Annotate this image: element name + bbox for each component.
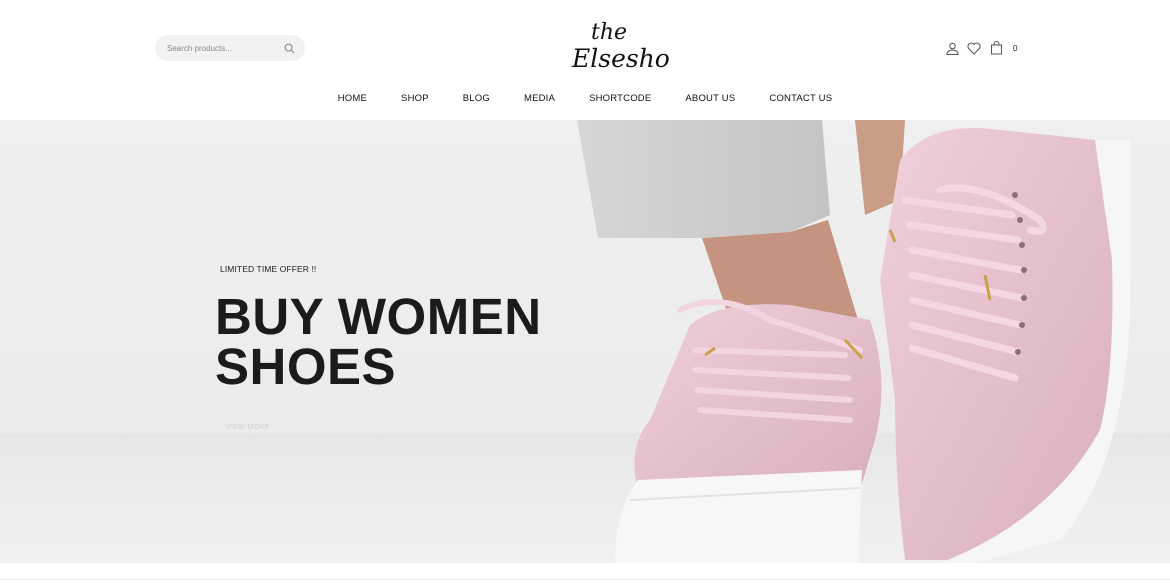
logo-line-1: the [591, 20, 628, 45]
main-nav: HOME SHOP BLOG MEDIA SHORTCODE ABOUT US … [0, 93, 1170, 104]
nav-item-shop[interactable]: SHOP [401, 93, 429, 104]
nav-item-shortcode[interactable]: SHORTCODE [589, 93, 651, 104]
hero-eyebrow: LIMITED TIME OFFER !! [220, 264, 317, 274]
nav-item-about-us[interactable]: ABOUT US [685, 93, 735, 104]
section-divider [0, 579, 1170, 580]
nav-item-media[interactable]: MEDIA [524, 93, 555, 104]
wishlist-heart-icon[interactable] [967, 41, 981, 55]
cart-bag-icon[interactable] [989, 41, 1003, 55]
nav-item-contact-us[interactable]: CONTACT US [769, 93, 832, 104]
search-icon[interactable] [283, 42, 295, 54]
logo-line-2: Elsesho [572, 44, 670, 73]
search-input[interactable] [167, 43, 277, 53]
search-bar [155, 35, 305, 61]
hero-headline-line-1: BUY WOMEN [215, 288, 542, 345]
user-icon[interactable] [945, 41, 959, 55]
hero-shoes-image [577, 120, 1130, 563]
nav-item-home[interactable]: HOME [338, 93, 367, 104]
header-actions: 0 [945, 40, 1017, 56]
hero-headline-line-2: SHOES [215, 338, 397, 395]
cart-count: 0 [1013, 43, 1018, 53]
site-logo[interactable]: the Elsesho [565, 18, 670, 76]
view-more-button[interactable]: VIEW MORE [226, 424, 270, 431]
hero-banner: LIMITED TIME OFFER !! BUY WOMEN SHOES VI… [0, 120, 1170, 563]
hero-headline: BUY WOMEN SHOES [215, 288, 542, 395]
nav-item-blog[interactable]: BLOG [463, 93, 490, 104]
site-header: the Elsesho 0 HOME SHOP BLOG MEDIA SHORT… [0, 0, 1170, 120]
